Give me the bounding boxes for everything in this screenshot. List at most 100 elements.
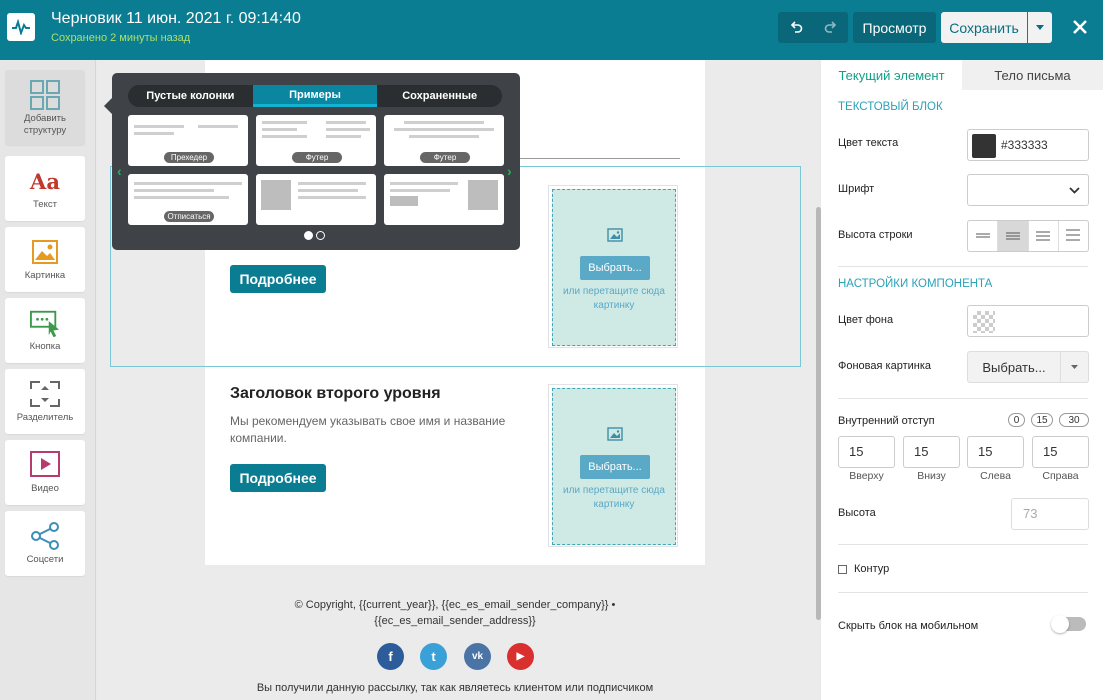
padding-preset-30[interactable]: 30 xyxy=(1059,413,1089,427)
outline-checkbox[interactable] xyxy=(838,565,847,574)
image-dropzone[interactable]: Выбрать... или перетащите сюда картинку xyxy=(552,189,676,346)
template-tag: Футер xyxy=(292,152,342,163)
template-card[interactable]: Отписаться xyxy=(128,174,248,225)
line-height-options xyxy=(967,220,1089,252)
page-dot[interactable] xyxy=(316,231,325,240)
social-tool[interactable]: Соцсети xyxy=(5,511,85,576)
line-height-normal[interactable] xyxy=(998,221,1029,251)
facebook-icon[interactable]: f xyxy=(377,643,404,670)
vk-icon[interactable]: vk xyxy=(464,643,491,670)
popover-tabs: Пустые колонки Примеры Сохраненные xyxy=(128,85,502,107)
padding-preset-15[interactable]: 15 xyxy=(1031,413,1053,427)
save-status: Сохранено 2 минуты назад xyxy=(51,32,191,44)
tool-label: Текст xyxy=(33,199,57,210)
bg-image-label: Фоновая картинка xyxy=(838,360,932,372)
choose-image-button[interactable]: Выбрать... xyxy=(580,455,650,479)
bg-image-options-button[interactable] xyxy=(1061,351,1089,383)
more-button[interactable]: Подробнее xyxy=(230,265,326,293)
tab-email-body[interactable]: Тело письма xyxy=(962,60,1103,90)
save-button[interactable]: Сохранить xyxy=(941,12,1027,43)
text-color-value: #333333 xyxy=(1001,138,1048,152)
choose-image-button[interactable]: Выбрать... xyxy=(580,256,650,280)
paragraph[interactable]: Мы рекомендуем указывать свое имя и назв… xyxy=(230,413,520,447)
pagination-dots xyxy=(304,231,325,240)
padding-left-label: Слева xyxy=(980,470,1011,482)
padding-right-input[interactable]: 15 xyxy=(1032,436,1089,468)
padding-top-label: Вверху xyxy=(849,470,884,482)
padding-preset-0[interactable]: 0 xyxy=(1008,413,1025,427)
drag-hint: или перетащите сюда картинку xyxy=(563,286,665,311)
image-placeholder[interactable]: Выбрать... или перетащите сюда картинку xyxy=(548,185,678,348)
pulse-logo-icon[interactable] xyxy=(7,13,35,41)
button-tool[interactable]: Кнопка xyxy=(5,298,85,363)
popover-arrow xyxy=(104,98,112,114)
tool-label: Соцсети xyxy=(26,554,64,565)
bg-color-input[interactable] xyxy=(967,305,1089,337)
image-tool[interactable]: Картинка xyxy=(5,227,85,292)
line-height-loose[interactable] xyxy=(1059,221,1088,251)
tool-label: Кнопка xyxy=(29,341,61,352)
tab-examples[interactable]: Примеры xyxy=(252,85,378,107)
footer-copyright[interactable]: © Copyright, {{current_year}}, {{ec_es_e… xyxy=(205,597,705,629)
grid-icon xyxy=(30,80,60,110)
hide-mobile-toggle[interactable] xyxy=(1051,615,1086,633)
image-placeholder[interactable]: Выбрать... или перетащите сюда картинку xyxy=(548,384,678,547)
undo-button[interactable] xyxy=(778,12,813,43)
add-structure-tool[interactable]: Добавить структуру xyxy=(5,70,85,145)
outline-label: Контур xyxy=(854,563,890,575)
footer-copyright-line: © Copyright, {{current_year}}, {{ec_es_e… xyxy=(294,599,616,611)
divider xyxy=(838,398,1088,399)
template-tag: Прехедер xyxy=(164,152,214,163)
blocks-toolbar: Добавить структуру Aa Текст Картинка Кно… xyxy=(0,60,96,700)
redo-button[interactable] xyxy=(813,12,848,43)
more-button[interactable]: Подробнее xyxy=(230,464,326,492)
line-height-compact[interactable] xyxy=(968,221,999,251)
template-card[interactable]: Футер xyxy=(256,115,376,166)
page-dot[interactable] xyxy=(304,231,313,240)
document-title[interactable]: Черновик 11 июн. 2021 г. 09:14:40 xyxy=(51,10,301,28)
line-height-relaxed[interactable] xyxy=(1029,221,1059,251)
structure-popover: Пустые колонки Примеры Сохраненные ‹ › П… xyxy=(112,73,520,250)
padding-label: Внутренний отступ xyxy=(838,415,935,427)
color-swatch[interactable] xyxy=(972,134,996,158)
height-input[interactable]: 73 xyxy=(1011,498,1089,530)
app-header: Черновик 11 июн. 2021 г. 09:14:40 Сохран… xyxy=(0,0,1103,60)
choose-bg-image-button[interactable]: Выбрать... xyxy=(967,351,1061,383)
text-tool[interactable]: Aa Текст xyxy=(5,156,85,221)
padding-bottom-input[interactable]: 15 xyxy=(903,436,960,468)
tab-empty-columns[interactable]: Пустые колонки xyxy=(128,85,253,107)
hide-mobile-label: Скрыть блок на мобильном xyxy=(838,620,979,632)
section-title-component: НАСТРОЙКИ КОМПОНЕНТА xyxy=(838,278,993,290)
padding-top-input[interactable]: 15 xyxy=(838,436,895,468)
image-icon xyxy=(30,237,60,267)
tab-current-element[interactable]: Текущий элемент xyxy=(821,60,962,90)
close-button[interactable] xyxy=(1068,15,1092,39)
line-height-label: Высота строки xyxy=(838,229,913,241)
template-card[interactable] xyxy=(256,174,376,225)
footer-note[interactable]: Вы получили данную рассылку, так как явл… xyxy=(205,682,705,694)
next-page-icon[interactable]: › xyxy=(507,163,512,179)
text-color-input[interactable]: #333333 xyxy=(967,129,1089,161)
picture-icon xyxy=(607,427,623,441)
font-select[interactable] xyxy=(967,174,1089,206)
image-dropzone[interactable]: Выбрать... или перетащите сюда картинку xyxy=(552,388,676,545)
divider-tool[interactable]: Разделитель xyxy=(5,369,85,434)
heading-2[interactable]: Заголовок второго уровня xyxy=(230,385,441,403)
undo-icon xyxy=(790,20,802,33)
tab-saved[interactable]: Сохраненные xyxy=(377,85,502,107)
video-tool[interactable]: Видео xyxy=(5,440,85,505)
youtube-icon[interactable]: ▶ xyxy=(507,643,534,670)
template-card[interactable] xyxy=(384,174,504,225)
twitter-icon[interactable]: t xyxy=(420,643,447,670)
tool-label: Разделитель xyxy=(16,412,74,423)
padding-left-input[interactable]: 15 xyxy=(967,436,1024,468)
settings-panel: Текущий элемент Тело письма ТЕКСТОВЫЙ БЛ… xyxy=(821,60,1103,700)
save-options-button[interactable] xyxy=(1028,12,1052,43)
template-card[interactable]: Футер xyxy=(384,115,504,166)
template-card[interactable]: Прехедер xyxy=(128,115,248,166)
preview-button[interactable]: Просмотр xyxy=(853,12,936,43)
button-cursor-icon xyxy=(30,308,60,338)
prev-page-icon[interactable]: ‹ xyxy=(117,163,122,179)
font-label: Шрифт xyxy=(838,183,875,195)
share-icon xyxy=(30,521,60,551)
